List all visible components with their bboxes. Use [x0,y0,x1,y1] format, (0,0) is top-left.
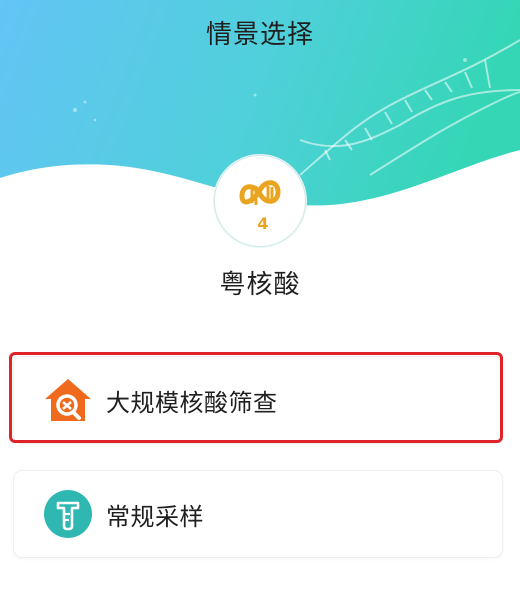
logo-number: 4 [257,214,268,233]
dna-loop-icon: 4 [239,180,281,233]
option-mass-screening[interactable]: 大规模核酸筛查 [14,357,502,443]
option-label-mass-screening: 大规模核酸筛查 [106,389,278,417]
page-title: 情景选择 [205,20,314,50]
app-name: 粤核酸 [219,270,301,300]
app-logo: 4 [214,155,306,247]
house-search-icon [45,379,91,421]
option-label-routine-sampling: 常规采样 [106,503,204,531]
option-routine-sampling[interactable]: 常规采样 [14,471,502,557]
test-tube-icon [44,490,92,538]
